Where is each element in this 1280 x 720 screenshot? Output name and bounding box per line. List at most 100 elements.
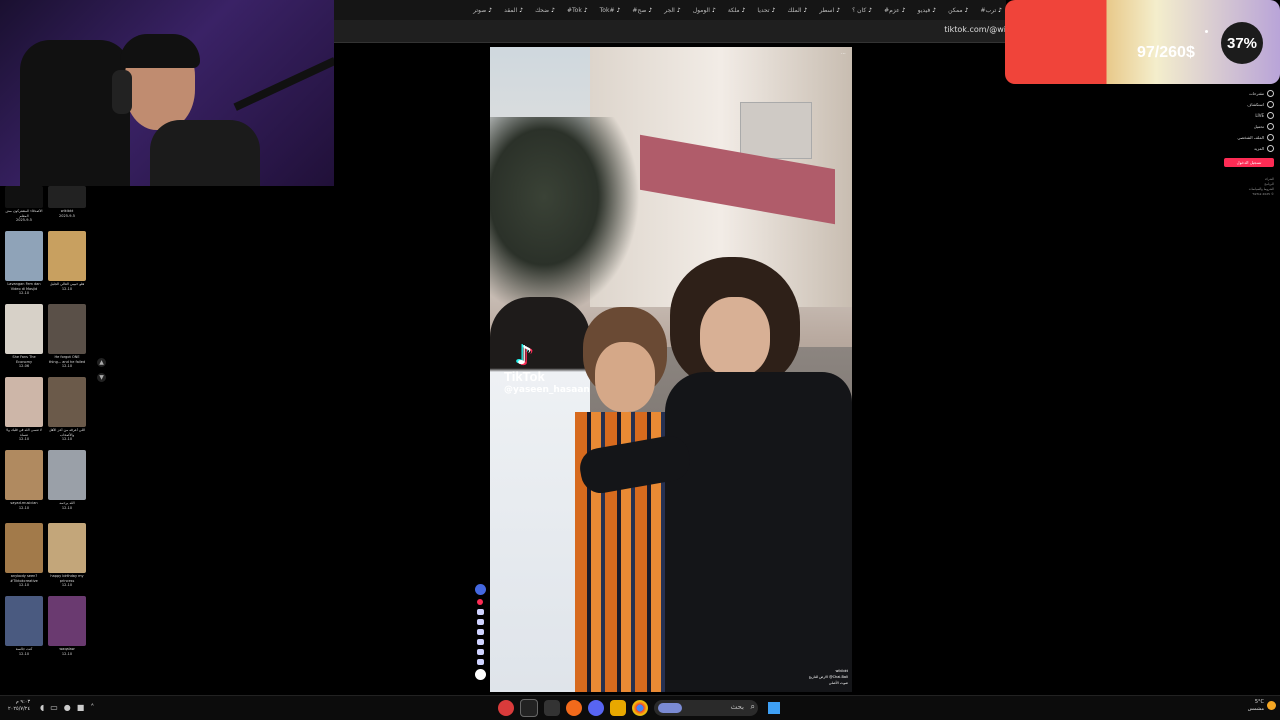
url-text[interactable]: tiktok.com/@wi — [944, 25, 1006, 34]
browser-tab[interactable]: #عزم ♪ — [880, 7, 909, 14]
weather-widget[interactable]: 5°C مشمس — [1248, 699, 1264, 713]
video-player[interactable]: ♪ TikTok @yaseen_hasaan ⋯ wikibkt الارض … — [490, 47, 852, 692]
video-thumbnail[interactable] — [48, 304, 86, 354]
browser-tab[interactable]: ملكة ♪ — [724, 7, 750, 14]
video-card[interactable]: happy birthday my princess 12-10 — [48, 523, 86, 594]
card-caption-text: الأصدقاء المشتركون مش المعلم — [5, 209, 43, 218]
windows-start-icon[interactable] — [768, 702, 780, 714]
video-card-caption: waqalaw 12-10 — [48, 647, 86, 667]
video-card[interactable]: wikibkt 2025-9-5 — [48, 186, 86, 229]
video-thumbnail[interactable] — [5, 377, 43, 427]
caption-sound[interactable]: صوت الأصلي — [809, 680, 848, 686]
heart-icon[interactable] — [477, 599, 483, 605]
chrome-icon[interactable] — [632, 700, 648, 716]
browser-tab[interactable]: صوتر ♪ — [469, 7, 496, 14]
bookmark-icon[interactable] — [476, 619, 484, 625]
folder-icon[interactable] — [610, 700, 626, 716]
video-card[interactable]: sayad.musician 12-10 — [5, 450, 43, 521]
video-card[interactable]: الأصدقاء المشتركون مش المعلم 2025-9-5 — [5, 186, 43, 229]
scroll-icon[interactable] — [476, 659, 484, 665]
browser-tab[interactable]: ضحك ♪ — [531, 7, 559, 14]
login-button[interactable]: تسجيل الدخول — [1224, 158, 1274, 167]
obs-icon[interactable] — [498, 700, 514, 716]
tiktok-favicon-icon: ♪ — [583, 6, 588, 14]
browser-tab[interactable]: كان ؟ ♪ — [848, 7, 876, 14]
volume-icon[interactable]: ◖ — [40, 703, 44, 712]
video-card[interactable]: He forgot ONE thing... and he failed 12-1… — [48, 304, 86, 375]
video-card[interactable]: Lavangan Fem dan Video di Masjid 12-10 — [5, 231, 43, 302]
discord-icon[interactable] — [588, 700, 604, 716]
nav-item-explore[interactable]: استكشاف — [1214, 99, 1274, 110]
tab-label: ضحك — [535, 6, 550, 14]
video-thumbnail[interactable] — [48, 596, 86, 646]
tab-label: تحديا — [757, 6, 770, 14]
video-thumbnail[interactable] — [48, 186, 86, 208]
tab-label: الملك — [787, 6, 802, 14]
address-bar[interactable]: tiktok.com/@wi — [334, 20, 1006, 43]
music-icon[interactable] — [476, 639, 484, 645]
chevron-up-tray-icon[interactable]: ˄ — [90, 703, 94, 712]
firefox-icon[interactable] — [566, 700, 582, 716]
mic-icon[interactable]: ● — [64, 703, 71, 712]
nav-item-live[interactable]: LIVE — [1214, 110, 1274, 121]
capcut-icon[interactable] — [520, 699, 538, 717]
browser-tab[interactable]: فيديو ♪ — [914, 7, 940, 14]
video-card[interactable]: anybody seen? #Tiktokcreative 12-10 — [5, 523, 43, 594]
tab-label: #صح — [632, 6, 647, 14]
video-thumbnail[interactable] — [48, 523, 86, 573]
share-icon[interactable] — [476, 629, 484, 635]
display-icon[interactable]: ▭ — [50, 703, 58, 712]
goal-dot — [1205, 30, 1208, 33]
calculator-icon[interactable] — [544, 700, 560, 716]
video-thumbnail[interactable] — [48, 450, 86, 500]
browser-tab[interactable]: المقد ♪ — [500, 7, 527, 14]
system-clock[interactable]: ٩:٠٣ م ٢٠٢٥/٧/٢٤ — [8, 699, 30, 713]
taskbar-search[interactable]: بحث ⌕ — [654, 700, 758, 716]
browser-tab[interactable]: ممكن ♪ — [944, 7, 972, 14]
video-thumbnail[interactable] — [5, 231, 43, 281]
video-card[interactable]: الله يرحمه 12-10 — [48, 450, 86, 521]
browser-tab[interactable]: #Tok ♪ — [563, 7, 592, 14]
app-tray-icon[interactable]: ■ — [77, 703, 85, 712]
video-thumbnail[interactable] — [5, 523, 43, 573]
browser-tab[interactable]: تحديا ♪ — [753, 7, 779, 14]
video-card[interactable]: هلو حبيبي الغالي الجليل 12-10 — [48, 231, 86, 302]
live-icon — [1267, 112, 1274, 119]
card-meta-text: 12-10 — [18, 437, 30, 441]
browser-tab[interactable]: الملك ♪ — [783, 7, 811, 14]
card-caption-text: She Fans The Economy — [12, 355, 36, 364]
video-thumbnail[interactable] — [48, 231, 86, 281]
nav-item-upload[interactable]: تحميل — [1214, 121, 1274, 132]
nav-item-profile[interactable]: الملف الشخصي — [1214, 132, 1274, 143]
nav-item-foryou[interactable]: مقترحات — [1214, 88, 1274, 99]
video-thumbnail[interactable] — [5, 450, 43, 500]
nav-footer: الشركة البرنامج الشروط والسياسات TikTok … — [1214, 177, 1274, 197]
footer-line: TikTok 2025 © — [1252, 192, 1274, 196]
browser-tab[interactable]: #صح ♪ — [628, 7, 656, 14]
browser-tab[interactable]: #ترب ♪ — [976, 7, 1006, 14]
video-card[interactable]: waqalaw 12-10 — [48, 596, 86, 667]
video-card-caption: الله يرحمه 12-10 — [48, 501, 86, 521]
creator-avatar[interactable] — [474, 584, 486, 595]
video-card[interactable]: لا تنسى الله في قلبك ولا تنساه 12-10 — [5, 377, 43, 448]
taskbar-apps: بحث ⌕ — [498, 699, 780, 717]
video-menu-icon[interactable]: ⋯ — [841, 51, 846, 57]
info-icon[interactable] — [474, 669, 486, 680]
comment-icon[interactable] — [476, 609, 484, 615]
video-thumbnail[interactable] — [5, 304, 43, 354]
more-icon — [1267, 145, 1274, 152]
chevron-down-icon[interactable]: ▼ — [97, 373, 106, 382]
repost-icon[interactable] — [476, 649, 484, 655]
browser-tab[interactable]: Tok# ♪ — [596, 7, 625, 14]
video-thumbnail[interactable] — [5, 596, 43, 646]
browser-tab[interactable]: الجر ♪ — [660, 7, 685, 14]
browser-tab[interactable]: اسطر ♪ — [815, 7, 844, 14]
nav-item-more[interactable]: المزيد — [1214, 143, 1274, 154]
video-thumbnail[interactable] — [5, 186, 43, 208]
video-card[interactable]: اللي أعرفه من أعز الأهل والأصحاب 12-10 — [48, 377, 86, 448]
video-thumbnail[interactable] — [48, 377, 86, 427]
video-card[interactable]: She Fans The Economy 12-06 — [5, 304, 43, 375]
video-card[interactable]: كنت جالسة 12-10 — [5, 596, 43, 667]
chevron-up-icon[interactable]: ▲ — [97, 358, 106, 367]
browser-tab[interactable]: الومول ♪ — [689, 7, 720, 14]
